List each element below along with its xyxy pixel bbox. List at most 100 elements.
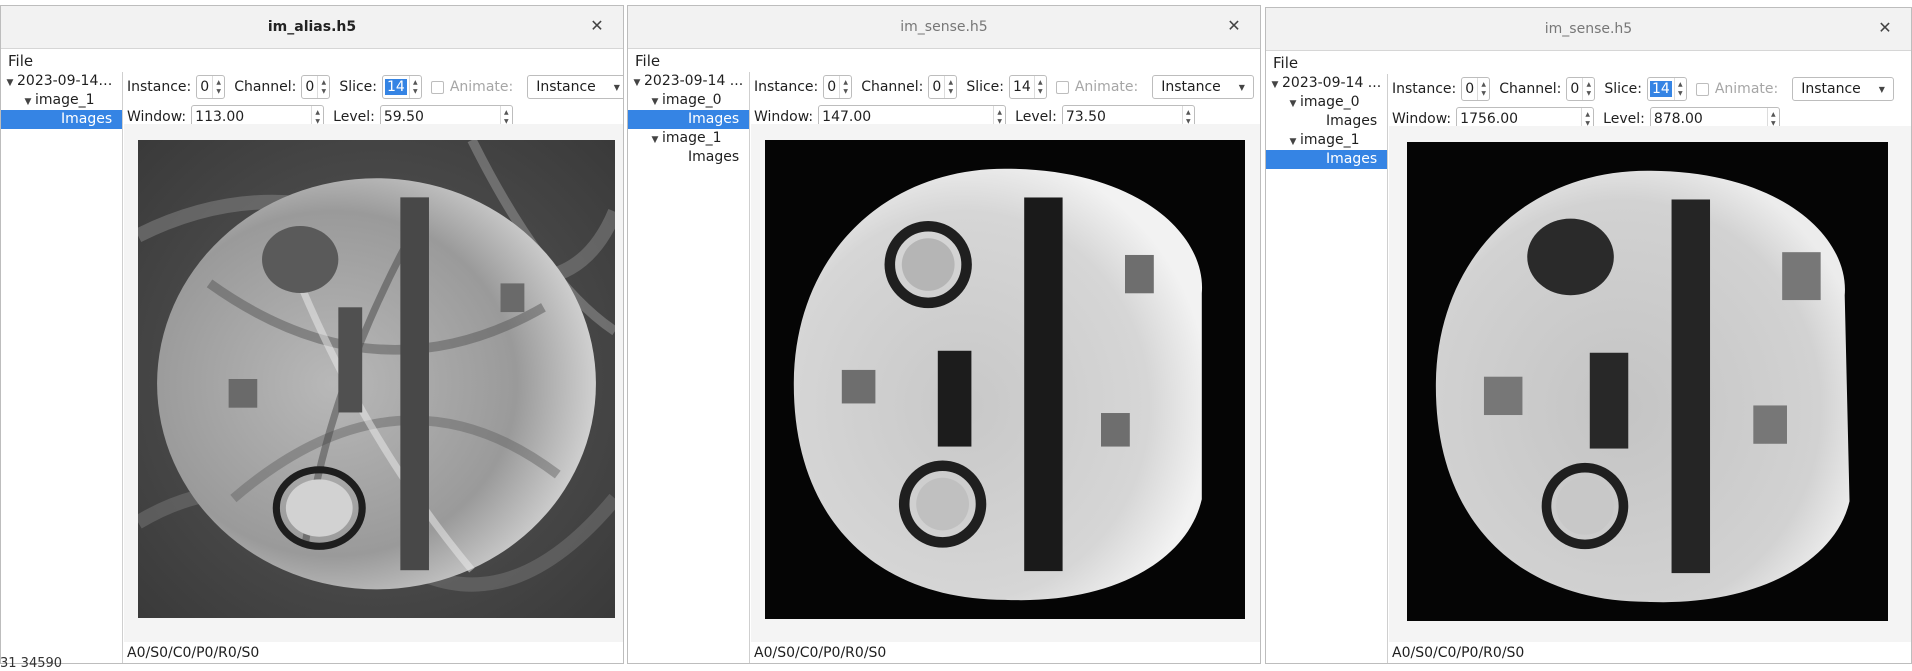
spin-arrows-icon[interactable]: ▲ ▼ <box>944 76 956 98</box>
slice-value[interactable]: 14 <box>385 79 407 95</box>
tree-item-image-1[interactable]: ▼ image_1 <box>1266 131 1387 150</box>
tree-item-images[interactable]: Images <box>1266 112 1387 131</box>
slice-spinbox[interactable]: 14 ▲ ▼ <box>1647 77 1687 101</box>
tree-item-image-0[interactable]: ▼ image_0 <box>628 91 749 110</box>
tree-item-image-0[interactable]: ▼ image_0 <box>1266 93 1387 112</box>
status-text: A0/S0/C0/P0/R0/S0 <box>127 645 260 661</box>
navigation-controls: Instance: 0 ▲ ▼ Channel: 0 ▲ ▼ Slice: 14 ▲ ▼ A… <box>127 74 623 100</box>
tree-item-root[interactable]: ▼ 2023-09-14… <box>1 72 122 91</box>
window-label: Window: <box>754 109 814 125</box>
slice-label: Slice: <box>966 79 1005 95</box>
channel-value[interactable]: 0 <box>929 76 944 98</box>
slice-value[interactable]: 14 <box>1010 76 1034 98</box>
animate-label: Animate: <box>1714 81 1779 97</box>
tree-item-image-1[interactable]: ▼ image_1 <box>1 91 122 110</box>
menu-bar: File <box>1266 51 1911 75</box>
window-titlebar[interactable]: im_sense.h5 ✕ <box>628 6 1260 49</box>
animate-checkbox[interactable] <box>1055 80 1069 94</box>
image-panel: Instance: 0 ▲ ▼ Channel: 0 ▲ ▼ Slice: 14 ▲ ▼ A… <box>751 72 1260 663</box>
tree-item-label: 2023-09-14 ... <box>1282 75 1382 91</box>
close-icon[interactable]: ✕ <box>1875 18 1895 38</box>
viewer-window-sense-b: im_sense.h5 ✕ File ▼ 2023-09-14 ... ▼ imag… <box>1265 7 1912 664</box>
instance-label: Instance: <box>754 79 819 95</box>
slice-spinbox[interactable]: 14 ▲ ▼ <box>382 75 422 99</box>
spin-arrows-icon[interactable]: ▲ ▼ <box>1033 76 1046 98</box>
viewer-window-alias: im_alias.h5 ✕ File ▼ 2023-09-14… ▼ image_1… <box>0 5 624 664</box>
tree-item-label: Images <box>688 149 740 165</box>
spin-arrows-icon[interactable]: ▲ ▼ <box>212 76 224 98</box>
instance-spinbox[interactable]: 0 ▲ ▼ <box>823 75 853 99</box>
chevron-down-icon: ▼ <box>613 82 620 92</box>
animate-checkbox[interactable] <box>1695 82 1709 96</box>
status-text: A0/S0/C0/P0/R0/S0 <box>754 645 887 661</box>
dataset-tree: ▼ 2023-09-14 ... ▼ image_0 Images ▼ image_1… <box>628 72 750 663</box>
tree-item-image-1[interactable]: ▼ image_1 <box>628 129 749 148</box>
slice-label: Slice: <box>1604 81 1643 97</box>
level-label: Level: <box>1603 111 1645 127</box>
instance-value[interactable]: 0 <box>824 76 839 98</box>
instance-value[interactable]: 0 <box>1462 78 1477 100</box>
tree-item-images[interactable]: Images <box>1266 150 1387 169</box>
menu-file[interactable]: File <box>1273 54 1298 72</box>
image-view[interactable] <box>124 124 623 642</box>
mode-select[interactable]: Instance ▼ <box>1792 77 1894 101</box>
tree-item-images[interactable]: Images <box>628 148 749 167</box>
window-label: Window: <box>1392 111 1452 127</box>
close-icon[interactable]: ✕ <box>587 16 607 36</box>
animate-label: Animate: <box>1074 79 1139 95</box>
slice-spinbox[interactable]: 14 ▲ ▼ <box>1009 75 1047 99</box>
mode-value: Instance <box>536 79 596 95</box>
instance-label: Instance: <box>127 79 192 95</box>
spin-arrows-icon[interactable]: ▲ ▼ <box>317 76 329 98</box>
instance-value[interactable]: 0 <box>197 76 212 98</box>
spin-arrows-icon[interactable]: ▲ ▼ <box>1673 78 1686 100</box>
tree-item-root[interactable]: ▼ 2023-09-14 ... <box>628 72 749 91</box>
animate-label: Animate: <box>449 79 514 95</box>
close-icon[interactable]: ✕ <box>1224 16 1244 36</box>
chevron-down-icon: ▼ <box>1878 84 1885 94</box>
image-panel: Instance: 0 ▲ ▼ Channel: 0 ▲ ▼ Slice: 14 ▲ ▼ A… <box>1389 74 1911 663</box>
image-view[interactable] <box>1389 126 1911 642</box>
mri-image[interactable] <box>1407 142 1888 621</box>
mode-value: Instance <box>1161 79 1221 95</box>
status-text: A0/S0/C0/P0/R0/S0 <box>1392 645 1525 661</box>
level-label: Level: <box>1015 109 1057 125</box>
channel-spinbox[interactable]: 0 ▲ ▼ <box>301 75 331 99</box>
mode-select[interactable]: Instance ▼ <box>1152 75 1254 99</box>
spin-arrows-icon[interactable]: ▲ ▼ <box>408 76 421 98</box>
instance-spinbox[interactable]: 0 ▲ ▼ <box>196 75 226 99</box>
tree-item-images[interactable]: Images <box>1 110 122 129</box>
spin-arrows-icon[interactable]: ▲ ▼ <box>839 76 851 98</box>
menu-file[interactable]: File <box>635 52 660 70</box>
slice-value[interactable]: 14 <box>1650 81 1672 97</box>
image-view[interactable] <box>751 124 1260 642</box>
tree-item-label: image_0 <box>662 92 722 108</box>
channel-label: Channel: <box>1499 81 1562 97</box>
window-label: Window: <box>127 109 187 125</box>
menu-file[interactable]: File <box>8 52 33 70</box>
tree-item-label: Images <box>61 111 113 127</box>
tree-item-label: image_1 <box>1300 132 1360 148</box>
tree-item-label: 2023-09-14 ... <box>644 73 744 89</box>
spin-arrows-icon[interactable]: ▲ ▼ <box>1477 78 1489 100</box>
channel-value[interactable]: 0 <box>302 76 317 98</box>
mode-select[interactable]: Instance ▼ <box>527 75 623 99</box>
tree-item-root[interactable]: ▼ 2023-09-14 ... <box>1266 74 1387 93</box>
window-titlebar[interactable]: im_sense.h5 ✕ <box>1266 8 1911 51</box>
channel-value[interactable]: 0 <box>1567 78 1582 100</box>
window-title: im_sense.h5 <box>900 19 988 35</box>
instance-spinbox[interactable]: 0 ▲ ▼ <box>1461 77 1491 101</box>
channel-spinbox[interactable]: 0 ▲ ▼ <box>928 75 958 99</box>
navigation-controls: Instance: 0 ▲ ▼ Channel: 0 ▲ ▼ Slice: 14 ▲ ▼ A… <box>1392 76 1894 102</box>
viewer-window-sense-a: im_sense.h5 ✕ File ▼ 2023-09-14 ... ▼ imag… <box>627 5 1261 664</box>
window-title: im_sense.h5 <box>1544 21 1633 37</box>
mri-image[interactable] <box>765 140 1245 619</box>
spin-arrows-icon[interactable]: ▲ ▼ <box>1582 78 1594 100</box>
window-titlebar[interactable]: im_alias.h5 ✕ <box>1 6 623 49</box>
mri-image[interactable] <box>138 140 615 618</box>
tree-item-label: Images <box>688 111 740 127</box>
channel-label: Channel: <box>234 79 297 95</box>
animate-checkbox[interactable] <box>430 80 444 94</box>
channel-spinbox[interactable]: 0 ▲ ▼ <box>1566 77 1596 101</box>
tree-item-images[interactable]: Images <box>628 110 749 129</box>
